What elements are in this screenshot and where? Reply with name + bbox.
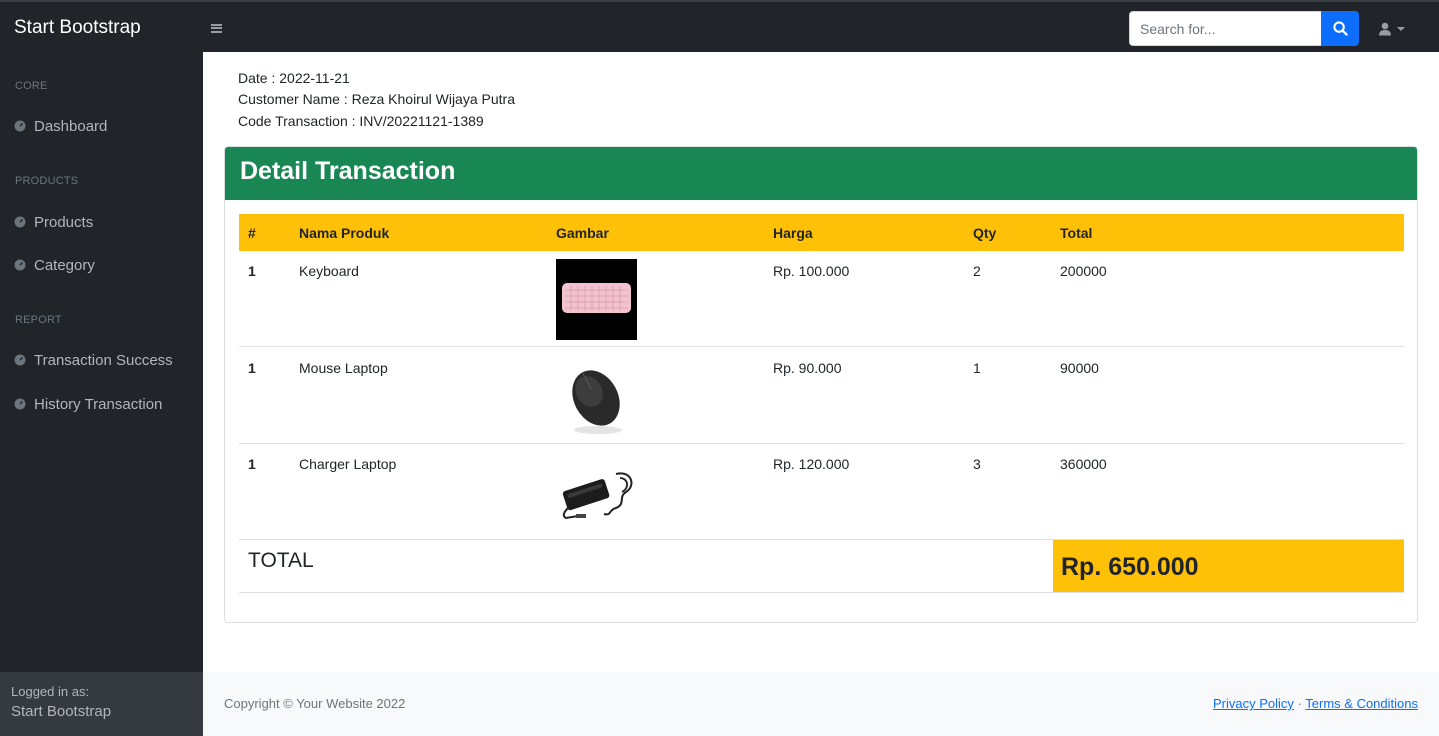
sidebar-footer: Logged in as: Start Bootstrap xyxy=(0,672,203,736)
terms-link[interactable]: Terms & Conditions xyxy=(1305,696,1418,711)
column-header-number: # xyxy=(248,225,256,241)
product-total: 360000 xyxy=(1060,456,1107,472)
sidebar-item-products[interactable]: Products xyxy=(0,205,203,239)
product-price: Rp. 120.000 xyxy=(773,456,850,472)
sidebar-item-dashboard[interactable]: Dashboard xyxy=(0,109,203,143)
search-icon xyxy=(1332,21,1348,36)
logged-in-label: Logged in as: xyxy=(11,684,90,699)
table-header: # Nama Produk Gambar Harga Qty Total xyxy=(239,214,1404,251)
table-row: 1 Mouse Laptop Rp. 90.000 1 90000 xyxy=(239,348,1404,444)
search-button[interactable] xyxy=(1321,11,1359,46)
sidebar-item-label: Category xyxy=(34,256,95,274)
sidebar-item-category[interactable]: Category xyxy=(0,248,203,282)
user-dropdown[interactable] xyxy=(1378,18,1414,40)
column-header-price: Harga xyxy=(773,225,813,241)
row-number: 1 xyxy=(248,263,256,279)
top-navbar: Start Bootstrap xyxy=(0,0,1439,52)
copyright-text: Copyright © Your Website 2022 xyxy=(224,696,406,711)
mouse-image xyxy=(556,356,637,437)
total-value: Rp. 650.000 xyxy=(1053,540,1404,592)
table-row: 1 Charger Laptop Rp. 120.000 3 360000 xyxy=(239,444,1404,540)
column-header-product: Nama Produk xyxy=(299,225,390,241)
tachometer-icon xyxy=(14,398,26,410)
navbar-brand[interactable]: Start Bootstrap xyxy=(14,17,141,39)
row-number: 1 xyxy=(248,360,256,376)
main-content: Date : 2022-11-21 Customer Name : Reza K… xyxy=(203,52,1439,672)
search-input[interactable] xyxy=(1129,11,1322,46)
sidebar-item-label: Dashboard xyxy=(34,117,108,135)
product-name: Charger Laptop xyxy=(299,456,397,472)
page-footer: Copyright © Your Website 2022 Privacy Po… xyxy=(203,672,1439,736)
footer-links: Privacy Policy · Terms & Conditions xyxy=(1213,696,1418,711)
total-row: TOTAL Rp. 650.000 xyxy=(239,539,1404,593)
customer-name: Customer Name : Reza Khoirul Wijaya Putr… xyxy=(238,91,515,107)
tachometer-icon xyxy=(14,259,26,271)
column-header-qty: Qty xyxy=(973,225,997,241)
chevron-down-icon xyxy=(1397,27,1405,31)
sidebar-heading-products: Products xyxy=(15,175,79,187)
column-header-total: Total xyxy=(1060,225,1093,241)
charger-image xyxy=(556,452,637,533)
sidebar-heading-core: Core xyxy=(15,80,48,92)
column-header-image: Gambar xyxy=(556,225,609,241)
hamburger-icon xyxy=(210,23,222,33)
user-icon xyxy=(1379,22,1391,36)
sidebar-item-label: Products xyxy=(34,213,94,231)
transaction-date: Date : 2022-11-21 xyxy=(238,70,350,86)
total-label: TOTAL xyxy=(248,549,314,572)
sidebar-item-history-transaction[interactable]: History Transaction xyxy=(0,387,203,421)
keyboard-image xyxy=(556,259,637,340)
tachometer-icon xyxy=(14,354,26,366)
privacy-policy-link[interactable]: Privacy Policy xyxy=(1213,696,1294,711)
product-price: Rp. 90.000 xyxy=(773,360,842,376)
logged-in-user: Start Bootstrap xyxy=(11,703,112,720)
row-number: 1 xyxy=(248,456,256,472)
product-qty: 3 xyxy=(973,456,981,472)
product-total: 90000 xyxy=(1060,360,1099,376)
sidebar-item-label: Transaction Success xyxy=(34,351,173,369)
product-price: Rp. 100.000 xyxy=(773,263,850,279)
sidebar-item-label: History Transaction xyxy=(34,395,163,413)
transaction-code: Code Transaction : INV/20221121-1389 xyxy=(238,113,484,129)
product-qty: 2 xyxy=(973,263,981,279)
sidebar-heading-report: Report xyxy=(15,314,62,326)
card-title: Detail Transaction xyxy=(225,147,1417,200)
detail-transaction-card: Detail Transaction # Nama Produk Gambar … xyxy=(224,146,1418,623)
tachometer-icon xyxy=(14,120,26,132)
product-name: Mouse Laptop xyxy=(299,360,388,376)
product-qty: 1 xyxy=(973,360,981,376)
sidebar-item-transaction-success[interactable]: Transaction Success xyxy=(0,343,203,377)
table-row: 1 Keyboard Rp. 100.000 2 200000 xyxy=(239,251,1404,347)
product-total: 200000 xyxy=(1060,263,1107,279)
sidebar: Core Dashboard Products Products Categor… xyxy=(0,52,203,672)
tachometer-icon xyxy=(14,216,26,228)
product-name: Keyboard xyxy=(299,263,359,279)
sidebar-toggle-button[interactable] xyxy=(207,19,225,37)
footer-link-separator: · xyxy=(1297,696,1302,711)
